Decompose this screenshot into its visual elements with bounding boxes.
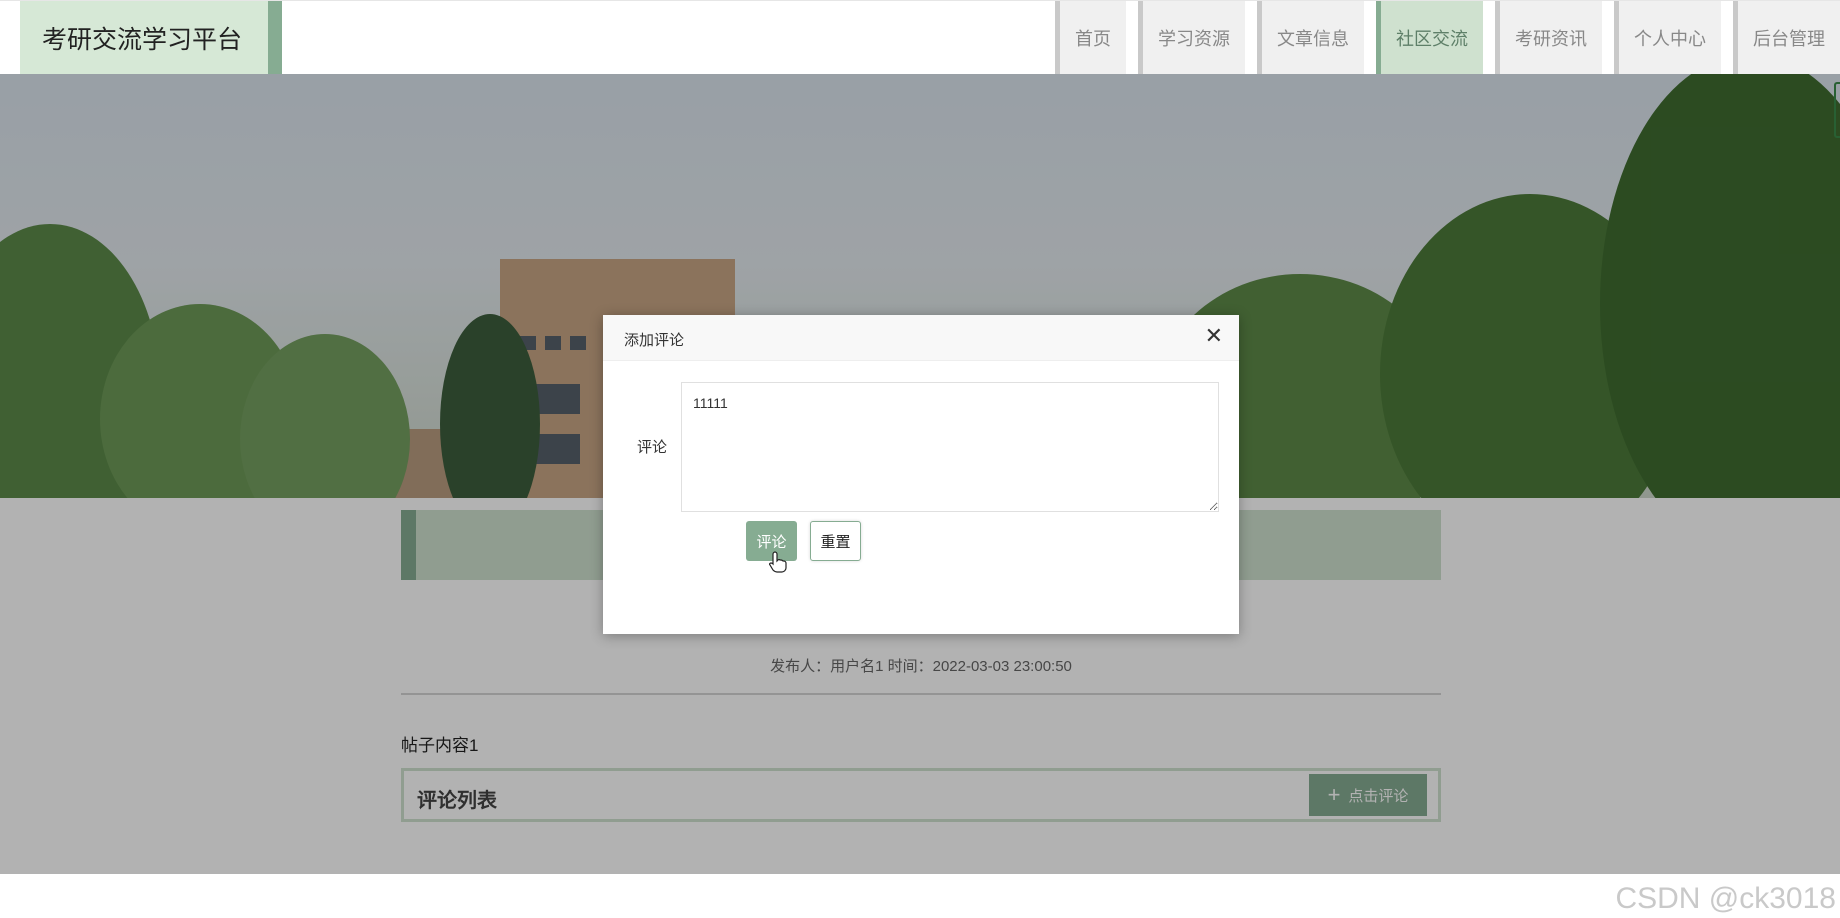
nav-item-home[interactable]: 首页 <box>1055 1 1126 75</box>
nav-item-label: 个人中心 <box>1634 29 1706 49</box>
nav-item-admin[interactable]: 后台管理 <box>1733 1 1840 75</box>
dialog-header: 添加评论 ✕ <box>603 315 1239 361</box>
nav-item-label: 考研资讯 <box>1515 29 1587 49</box>
nav-item-label: 文章信息 <box>1277 29 1349 49</box>
nav-item-label: 学习资源 <box>1158 29 1230 49</box>
top-header: 考研交流学习平台 首页 学习资源 文章信息 社区交流 考研资讯 个人中心 后台管… <box>0 0 1840 75</box>
nav-item-label: 后台管理 <box>1753 29 1825 49</box>
site-title: 考研交流学习平台 <box>42 26 243 54</box>
watermark: CSDN @ck3018 <box>1615 882 1836 915</box>
nav-item-community[interactable]: 社区交流 <box>1376 1 1483 75</box>
comment-field-label: 评论 <box>637 439 668 456</box>
add-comment-dialog: 添加评论 ✕ 评论 11111 评论 重置 <box>603 315 1239 634</box>
comment-textarea[interactable]: 11111 <box>681 382 1219 512</box>
nav-item-profile[interactable]: 个人中心 <box>1614 1 1721 75</box>
nav-item-articles[interactable]: 文章信息 <box>1257 1 1364 75</box>
reset-button[interactable]: 重置 <box>810 521 861 561</box>
nav-item-news[interactable]: 考研资讯 <box>1495 1 1602 75</box>
nav-item-label: 首页 <box>1075 29 1111 49</box>
site-logo[interactable]: 考研交流学习平台 <box>20 1 282 75</box>
main-nav: 首页 学习资源 文章信息 社区交流 考研资讯 个人中心 后台管理 <box>1043 1 1840 75</box>
nav-item-label: 社区交流 <box>1396 29 1468 49</box>
nav-item-resources[interactable]: 学习资源 <box>1138 1 1245 75</box>
close-icon[interactable]: ✕ <box>1205 325 1223 347</box>
dialog-title: 添加评论 <box>624 332 685 349</box>
hand-cursor-icon <box>769 551 787 573</box>
